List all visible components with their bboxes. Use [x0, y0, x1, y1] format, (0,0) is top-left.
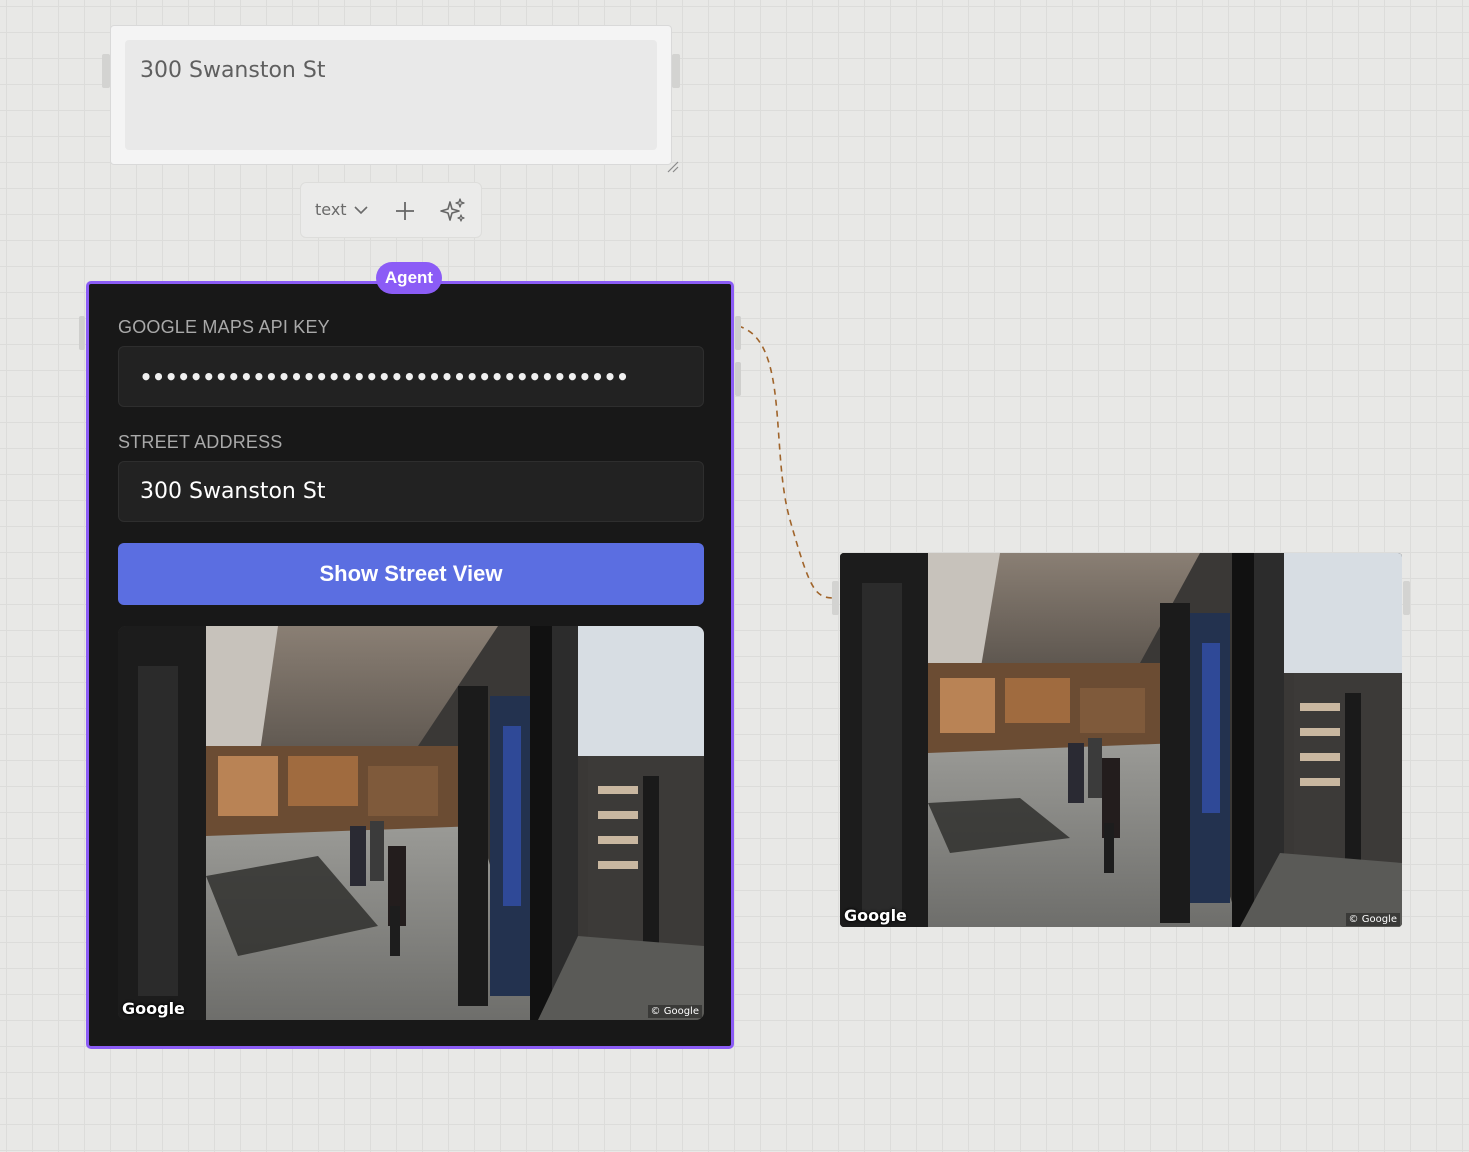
agent-node[interactable]: GOOGLE MAPS API KEY ••••••••••••••••••••… [79, 281, 741, 1049]
output-node-output-handle[interactable] [1403, 581, 1410, 615]
output-node-input-handle[interactable] [832, 581, 839, 615]
api-key-field[interactable]: ••••••••••••••••••••••••••••••••••••••• [118, 346, 704, 407]
output-street-view-scene [840, 553, 1402, 927]
node-toolbar: text [300, 182, 482, 238]
street-view-scene [118, 626, 704, 1020]
api-key-label: GOOGLE MAPS API KEY [118, 317, 330, 337]
agent-output-handle-2[interactable] [735, 362, 741, 396]
input-handle[interactable] [102, 54, 110, 88]
street-address-label: STREET ADDRESS [118, 432, 283, 452]
agent-input-handle[interactable] [79, 316, 85, 350]
google-copyright: © Google [1345, 913, 1400, 926]
type-select[interactable]: text [315, 200, 369, 219]
google-logo: Google [844, 906, 907, 925]
agent-badge: Agent [376, 262, 442, 294]
chevron-down-icon [354, 205, 368, 214]
plus-icon[interactable] [393, 199, 417, 223]
output-handle[interactable] [672, 54, 680, 88]
sparkles-icon[interactable] [439, 197, 467, 225]
output-street-view-image[interactable]: Google © Google [840, 553, 1402, 927]
resize-grip-icon[interactable] [664, 158, 680, 174]
agent-output-handle[interactable] [735, 316, 741, 350]
street-view-image[interactable]: Google © Google [118, 626, 704, 1020]
show-street-view-button[interactable]: Show Street View [118, 543, 704, 605]
street-address-field[interactable]: 300 Swanston St [118, 461, 704, 522]
text-node-textarea[interactable]: 300 Swanston St [125, 40, 657, 150]
google-logo: Google [122, 999, 185, 1018]
type-select-label: text [315, 200, 347, 219]
text-input-node[interactable]: 300 Swanston St [102, 25, 680, 165]
google-copyright: © Google [647, 1005, 702, 1018]
